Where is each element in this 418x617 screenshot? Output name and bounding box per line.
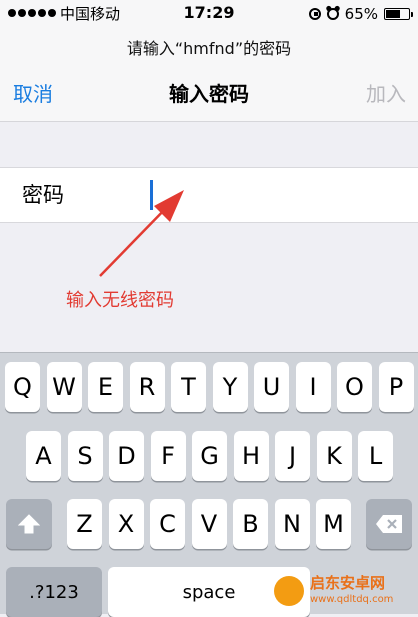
- password-row: 密码: [0, 167, 418, 223]
- key-z[interactable]: Z: [67, 499, 102, 549]
- space-key[interactable]: space: [108, 567, 310, 617]
- key-p[interactable]: P: [378, 362, 414, 412]
- nav-bar: 请输入“hmfnd”的密码 取消 输入密码 加入: [0, 28, 418, 122]
- key-b[interactable]: B: [233, 499, 268, 549]
- key-r[interactable]: R: [129, 362, 165, 412]
- key-y[interactable]: Y: [212, 362, 248, 412]
- status-bar: 中国移动 17:29 65%: [0, 0, 418, 28]
- password-input[interactable]: [148, 176, 398, 214]
- key-w[interactable]: W: [46, 362, 82, 412]
- key-e[interactable]: E: [88, 362, 123, 412]
- annotation-text: 输入无线密码: [66, 290, 174, 311]
- key-g[interactable]: G: [192, 431, 227, 481]
- page-title: 输入密码: [169, 82, 249, 106]
- text-cursor: [150, 180, 153, 210]
- keyboard-row-4: .?123 space: [0, 567, 418, 617]
- key-c[interactable]: C: [150, 499, 185, 549]
- key-l[interactable]: L: [358, 431, 393, 481]
- key-a[interactable]: A: [26, 431, 61, 481]
- battery-icon: [384, 8, 413, 20]
- backspace-icon: [375, 514, 403, 534]
- key-n[interactable]: N: [274, 499, 310, 549]
- keyboard-row-1: QWERTYUIOP: [0, 362, 418, 412]
- backspace-key[interactable]: [366, 499, 412, 549]
- key-i[interactable]: I: [295, 362, 331, 412]
- key-m[interactable]: M: [316, 499, 351, 549]
- cancel-button[interactable]: 取消: [13, 80, 53, 108]
- key-x[interactable]: X: [108, 499, 144, 549]
- key-o[interactable]: O: [337, 362, 372, 412]
- key-t[interactable]: T: [171, 362, 206, 412]
- key-j[interactable]: J: [275, 431, 310, 481]
- key-h[interactable]: H: [233, 431, 269, 481]
- key-q[interactable]: Q: [5, 362, 40, 412]
- keyboard-row-2: ASDFGHJKL: [0, 431, 418, 481]
- key-d[interactable]: D: [109, 431, 144, 481]
- join-button[interactable]: 加入: [366, 80, 406, 108]
- key-k[interactable]: K: [316, 431, 352, 481]
- password-prompt: 请输入“hmfnd”的密码: [126, 39, 292, 58]
- rotation-lock-icon: [308, 8, 321, 20]
- alarm-icon: [326, 8, 339, 20]
- key-u[interactable]: U: [254, 362, 289, 412]
- status-right-group: 65%: [308, 4, 413, 24]
- battery-percent: 65%: [344, 5, 378, 23]
- password-label: 密码: [22, 183, 64, 207]
- shift-icon: [18, 514, 40, 534]
- key-v[interactable]: V: [191, 499, 227, 549]
- keyboard-row-3: ZXCVBNM: [0, 499, 418, 549]
- keyboard: QWERTYUIOP ASDFGHJKL ZXCVBNM .?123 space: [0, 352, 418, 617]
- battery-level-fill: [386, 10, 401, 18]
- key-s[interactable]: S: [67, 431, 103, 481]
- shift-key[interactable]: [6, 499, 52, 549]
- numbers-key[interactable]: .?123: [6, 567, 102, 617]
- key-f[interactable]: F: [150, 431, 186, 481]
